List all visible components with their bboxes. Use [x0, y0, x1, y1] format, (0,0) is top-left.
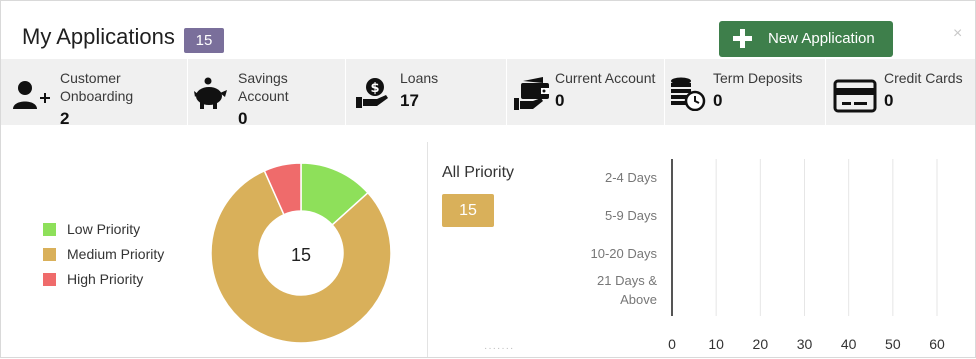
hand-coin-icon: $	[356, 78, 388, 108]
y-tick-label: 5-9 Days	[605, 208, 658, 223]
legend-label: Medium Priority	[67, 246, 165, 262]
y-tick-label: 2-4 Days	[605, 170, 658, 185]
piggy-bank-icon	[194, 77, 227, 109]
new-application-button[interactable]: New Application	[719, 21, 893, 57]
close-icon[interactable]: ×	[953, 25, 962, 43]
credit-card-icon	[833, 79, 877, 113]
category-count: 0	[713, 91, 723, 110]
x-tick-label: 20	[753, 336, 769, 352]
y-tick-label: 21 Days &	[597, 273, 657, 288]
page-title: My Applications	[22, 24, 175, 49]
category-customer-onboarding[interactable]: Customer Onboarding 2	[1, 59, 188, 128]
x-tick-label: 50	[885, 336, 901, 352]
user-plus-icon	[13, 81, 50, 109]
y-tick-label: 10-20 Days	[591, 246, 658, 261]
category-label: Credit Cards	[884, 70, 963, 86]
legend-swatch	[43, 273, 56, 286]
panel-divider	[427, 142, 428, 357]
x-tick-label: 60	[929, 336, 945, 352]
new-application-label: New Application	[768, 30, 875, 47]
priority-title: All Priority	[442, 164, 515, 181]
applications-widget: My Applications 15 New Application × Cus…	[0, 0, 976, 358]
legend-swatch	[43, 223, 56, 236]
category-count: 0	[884, 91, 894, 110]
y-tick-label: Above	[620, 292, 657, 307]
legend-swatch	[43, 248, 56, 261]
x-tick-label: 30	[797, 336, 813, 352]
wallet-icon	[514, 77, 549, 110]
category-label: Savings Account	[238, 70, 289, 104]
category-strip: Customer Onboarding 2 Savings Account 0 …	[1, 59, 975, 128]
priority-donut-chart: 15	[211, 163, 391, 343]
plus-icon	[733, 29, 752, 48]
donut-center-label: 15	[291, 245, 311, 265]
category-count: 0	[555, 91, 565, 110]
legend-label: High Priority	[67, 271, 144, 287]
drag-handle[interactable]: ·······	[484, 343, 514, 354]
coins-clock-icon	[671, 77, 706, 111]
category-loans[interactable]: $ Loans 17	[345, 59, 507, 125]
category-current-account[interactable]: Current Account 0	[506, 59, 665, 125]
category-count: 2	[60, 109, 70, 128]
category-label: Term Deposits	[713, 70, 803, 86]
x-tick-label: 40	[841, 336, 857, 352]
category-credit-cards[interactable]: Credit Cards 0	[825, 59, 975, 125]
category-count: 17	[400, 91, 419, 110]
category-term-deposits[interactable]: Term Deposits 0	[664, 59, 826, 125]
priority-count-badge[interactable]: 15	[442, 194, 494, 227]
category-label: Current Account	[555, 70, 656, 86]
applications-count-badge: 15	[184, 28, 224, 53]
x-tick-label: 10	[708, 336, 724, 352]
days-bar-chart: 0 10 20 30 40 50 60 2-4 Days 5-9 Days 10-20 Days 2…	[591, 159, 945, 352]
legend-label: Low Priority	[67, 221, 141, 237]
category-savings-account[interactable]: Savings Account 0	[187, 59, 346, 128]
svg-text:$: $	[370, 81, 379, 96]
x-tick-label: 0	[668, 336, 676, 352]
widget-header: My Applications 15 New Application ×	[1, 1, 975, 59]
category-count: 0	[238, 109, 248, 128]
category-label: Customer Onboarding	[60, 70, 134, 104]
category-label: Loans	[400, 70, 439, 86]
